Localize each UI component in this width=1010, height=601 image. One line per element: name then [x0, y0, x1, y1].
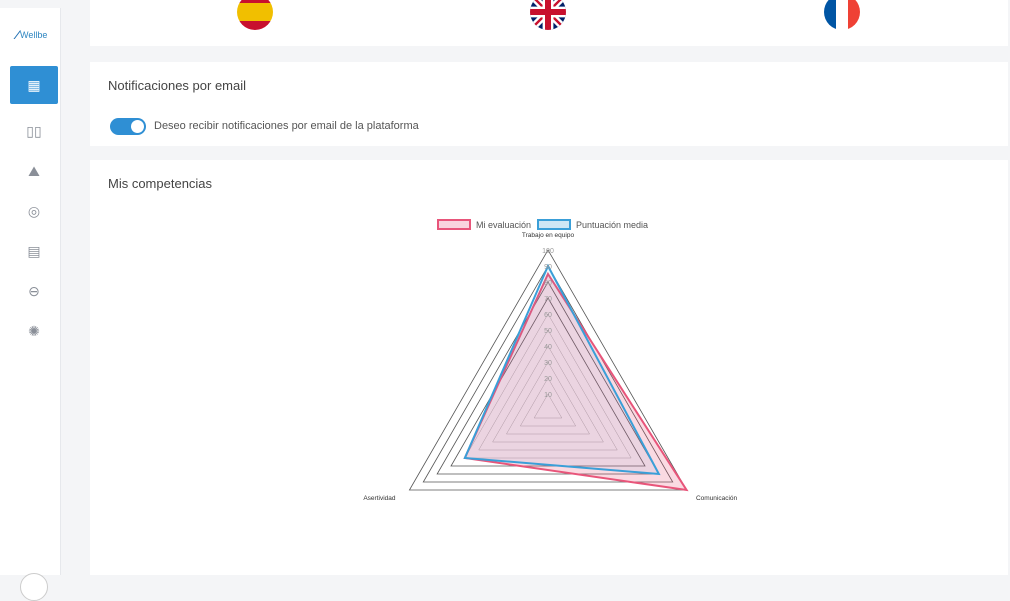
user-avatar[interactable]	[20, 573, 48, 601]
legend-swatch	[437, 219, 471, 230]
app-logo[interactable]: ⁄ Wellbe	[16, 28, 47, 42]
language-card	[90, 0, 1008, 46]
nav-chat-icon[interactable]: ⊖	[10, 272, 58, 310]
uk-flag-icon[interactable]	[530, 0, 566, 30]
nav-ideas-icon[interactable]: ✺	[10, 312, 58, 350]
legend-label: Puntuación media	[576, 220, 648, 230]
logo-text: Wellbe	[20, 30, 48, 40]
competencias-radar-chart: 10 20 30 40 50 60 70 80 90 100 Trabajo en equipo Co…	[363, 219, 738, 502]
nav-goals-icon[interactable]: ◎	[10, 192, 58, 230]
radar-axis-label: Comunicación	[696, 495, 738, 502]
radar-tick-label: 80	[544, 280, 552, 287]
email-notifications-label: Deseo recibir notificaciones por email d…	[154, 120, 419, 132]
radar-tick-label: 20	[544, 376, 552, 383]
toggle-knob	[131, 120, 144, 133]
nav-dashboard-icon[interactable]: ▦	[10, 66, 58, 104]
radar-tick-label: 50	[544, 328, 552, 335]
competencias-card: Mis competencias 10 20 30 40 50 60 70 80 90 100 Tr…	[90, 160, 1008, 575]
nav-presentations-icon[interactable]: ▤	[10, 232, 58, 270]
spain-flag-icon[interactable]	[237, 0, 273, 30]
email-notifications-toggle[interactable]	[110, 118, 146, 135]
sidebar: ⁄ Wellbe ▦ ▯▯ ⛰ ◎ ▤ ⊖ ✺	[0, 8, 61, 601]
radar-tick-label: 40	[544, 344, 552, 351]
nav-learning-icon[interactable]: ⛰	[10, 152, 58, 190]
notifications-card: Notificaciones por email Deseo recibir n…	[90, 62, 1008, 146]
radar-tick-label: 90	[544, 264, 552, 271]
legend-swatch	[537, 219, 571, 230]
france-flag-icon[interactable]	[824, 0, 860, 30]
radar-series-area	[463, 263, 661, 476]
radar-tick-label: 10	[544, 392, 552, 399]
radar-tick-label: 70	[544, 296, 552, 303]
radar-tick-label: 100	[542, 248, 554, 255]
legend-label: Mi evaluación	[476, 220, 531, 230]
logo-mark-icon: ⁄	[16, 28, 19, 42]
radar-axis-label: Trabajo en equipo	[522, 232, 575, 239]
radar-tick-label: 60	[544, 312, 552, 319]
radar-tick-label: 30	[544, 360, 552, 367]
radar-axis-label: Asertividad	[363, 495, 396, 502]
nav-reading-icon[interactable]: ▯▯	[10, 112, 58, 150]
notifications-title: Notificaciones por email	[108, 78, 247, 93]
